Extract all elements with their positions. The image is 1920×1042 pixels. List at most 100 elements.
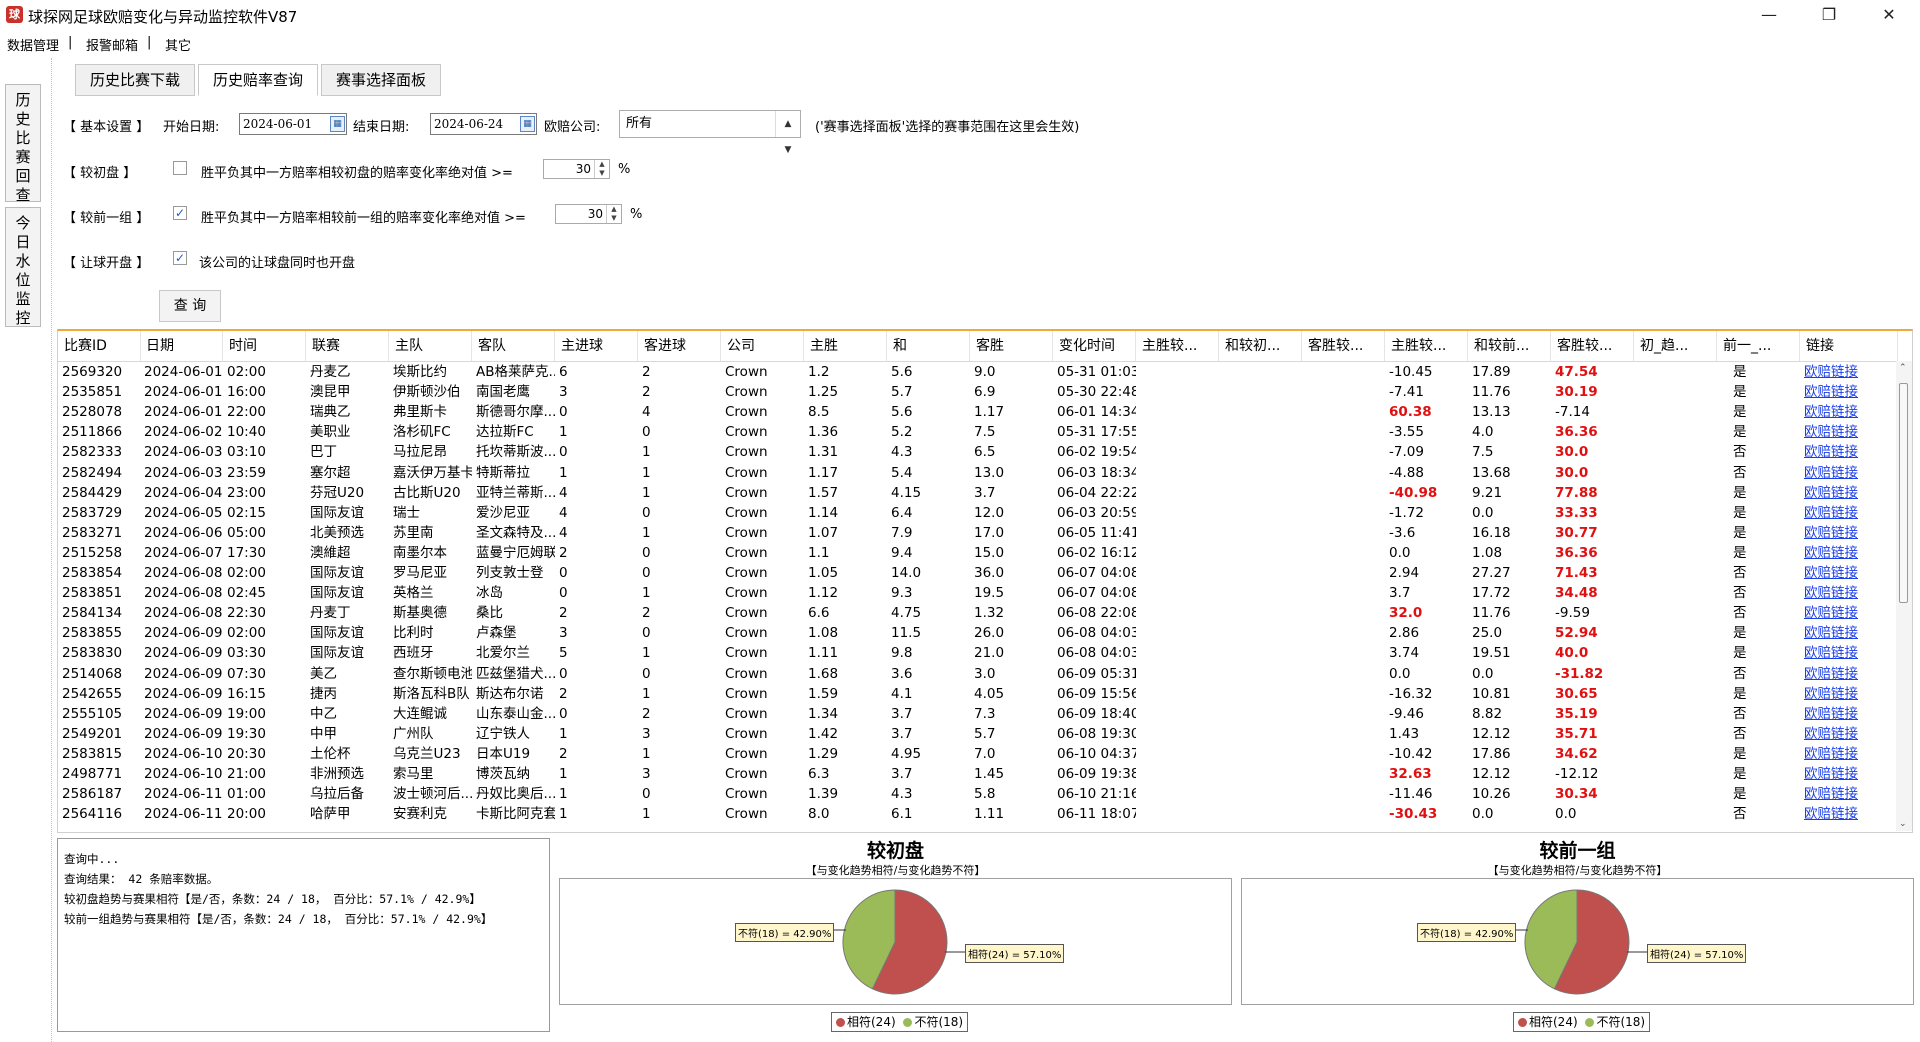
- side-tab-history-review[interactable]: 历 史 比 赛 回 查: [5, 84, 41, 204]
- cell-link[interactable]: 欧赔链接: [1802, 523, 1883, 543]
- table-row[interactable]: 2583854 2024-06-08 02:00 国际友谊 罗马尼亚 列支敦士登 0 0 Cro…: [58, 563, 1898, 583]
- column-header-away-vs-prev[interactable]: 客胜较...: [1551, 331, 1634, 361]
- cell-link[interactable]: 欧赔链接: [1802, 402, 1883, 422]
- minimize-button[interactable]: —: [1746, 0, 1792, 30]
- column-header-league[interactable]: 联赛: [306, 331, 389, 361]
- column-header-away-goals[interactable]: 客进球: [638, 331, 721, 361]
- prev-group-checkbox[interactable]: ✓: [173, 206, 187, 220]
- calendar-icon[interactable]: ▦: [520, 116, 535, 132]
- cell-link[interactable]: 欧赔链接: [1802, 744, 1883, 764]
- cell-link[interactable]: 欧赔链接: [1802, 563, 1883, 583]
- table-row[interactable]: 2511866 2024-06-02 10:40 美职业 洛杉矶FC 达拉斯FC 1 0 Cro…: [58, 422, 1898, 442]
- table-row[interactable]: 2583729 2024-06-05 02:15 国际友谊 瑞士 爱沙尼亚 4 0 Crown 1…: [58, 503, 1898, 523]
- tab-history-download[interactable]: 历史比赛下载: [75, 64, 195, 96]
- tab-match-selection-panel[interactable]: 赛事选择面板: [321, 64, 441, 96]
- cell-link[interactable]: 欧赔链接: [1802, 583, 1883, 603]
- cell-league: 澳昆甲: [310, 384, 351, 401]
- table-row[interactable]: 2535851 2024-06-01 16:00 澳昆甲 伊斯顿沙伯 南国老鹰 3 2 Crow…: [58, 382, 1898, 402]
- cell-away-vs-prev: 30.34: [1555, 786, 1598, 803]
- table-row[interactable]: 2542655 2024-06-09 16:15 捷丙 斯洛瓦科B队 斯达布尔诺 2 1 Cro…: [58, 684, 1898, 704]
- column-header-home-vs-open[interactable]: 主胜较...: [1136, 331, 1219, 361]
- column-header-match-id[interactable]: 比赛ID: [58, 331, 141, 361]
- cell-link[interactable]: 欧赔链接: [1802, 483, 1883, 503]
- table-scrollbar[interactable]: ⌃ ⌄: [1896, 361, 1912, 831]
- table-row[interactable]: 2584134 2024-06-08 22:30 丹麦丁 斯基奥德 桑比 2 2 Crown 6.…: [58, 603, 1898, 623]
- side-tab-today-monitor[interactable]: 今 日 水 位 监 控: [5, 207, 41, 327]
- column-header-away-team[interactable]: 客队: [472, 331, 555, 361]
- table-row[interactable]: 2514068 2024-06-09 07:30 美乙 查尔斯顿电池 匹兹堡猎犬... 0 0…: [58, 664, 1898, 684]
- column-header-draw-odds[interactable]: 和: [887, 331, 970, 361]
- menu-other[interactable]: 其它: [165, 35, 191, 54]
- table-row[interactable]: 2555105 2024-06-09 19:00 中乙 大连鲲诚 山东泰山金... 0 2 Cr…: [58, 704, 1898, 724]
- table-row[interactable]: 2583830 2024-06-09 03:30 国际友谊 西班牙 北爱尔兰 5 1 Crown…: [58, 643, 1898, 663]
- stepper-arrows-icon[interactable]: ▲ ▼: [594, 160, 609, 178]
- table-row[interactable]: 2586187 2024-06-11 01:00 乌拉后备 波士顿河后... 丹奴比奥后.…: [58, 784, 1898, 804]
- cell-link[interactable]: 欧赔链接: [1802, 704, 1883, 724]
- start-date-picker[interactable]: 2024-06-01 ▦: [239, 113, 347, 135]
- column-header-draw-vs-open[interactable]: 和较初...: [1219, 331, 1302, 361]
- column-header-away-odds[interactable]: 客胜: [970, 331, 1053, 361]
- table-row[interactable]: 2583271 2024-06-06 05:00 北美预选 苏里南 圣文森特及... 4 1 C…: [58, 523, 1898, 543]
- table-row[interactable]: 2549201 2024-06-09 19:30 中甲 广州队 辽宁铁人 1 3 Crown 1.…: [58, 724, 1898, 744]
- table-row[interactable]: 2564116 2024-06-11 20:00 哈萨甲 安赛利克 卡斯比阿克套 1 1 Cro…: [58, 804, 1898, 824]
- column-header-open-trend[interactable]: 初_趋...: [1634, 331, 1717, 361]
- cell-link[interactable]: 欧赔链接: [1802, 603, 1883, 623]
- scroll-up-icon[interactable]: ⌃: [1899, 363, 1907, 373]
- cell-link[interactable]: 欧赔链接: [1802, 684, 1883, 704]
- calendar-icon[interactable]: ▦: [330, 116, 345, 132]
- end-date-picker[interactable]: 2024-06-24 ▦: [430, 113, 537, 135]
- cell-link[interactable]: 欧赔链接: [1802, 382, 1883, 402]
- cell-link[interactable]: 欧赔链接: [1802, 784, 1883, 804]
- menu-bar: 数据管理 | 报警邮箱 | 其它: [0, 30, 1920, 56]
- cell-link[interactable]: 欧赔链接: [1802, 664, 1883, 684]
- close-button[interactable]: ✕: [1866, 0, 1912, 30]
- cell-link[interactable]: 欧赔链接: [1802, 442, 1883, 462]
- scroll-thumb[interactable]: [1899, 383, 1908, 603]
- column-header-time[interactable]: 时间: [223, 331, 306, 361]
- table-row[interactable]: 2583815 2024-06-10 20:30 土伦杯 乌克兰U23 日本U19 2 1 Cr…: [58, 744, 1898, 764]
- table-row[interactable]: 2582494 2024-06-03 23:59 塞尔超 嘉沃伊万基卡 特斯蒂拉 1 1 Cro…: [58, 463, 1898, 483]
- prev-group-threshold-stepper[interactable]: 30 ▲ ▼: [555, 204, 622, 224]
- cell-link[interactable]: 欧赔链接: [1802, 503, 1883, 523]
- stepper-arrows-icon[interactable]: ▲ ▼: [606, 205, 621, 223]
- cell-link[interactable]: 欧赔链接: [1802, 804, 1883, 824]
- cell-link[interactable]: 欧赔链接: [1802, 463, 1883, 483]
- maximize-button[interactable]: ❐: [1806, 0, 1852, 30]
- table-row[interactable]: 2515258 2024-06-07 17:30 澳維超 南墨尔本 蓝曼宁厄姆联 2 0 Cro…: [58, 543, 1898, 563]
- cell-link[interactable]: 欧赔链接: [1802, 623, 1883, 643]
- menu-data-management[interactable]: 数据管理: [7, 35, 59, 54]
- table-row[interactable]: 2583855 2024-06-09 02:00 国际友谊 比利时 卢森堡 3 0 Crown 1…: [58, 623, 1898, 643]
- table-row[interactable]: 2584429 2024-06-04 23:00 芬冠U20 古比斯U20 亚特兰蒂斯..…: [58, 483, 1898, 503]
- cell-link[interactable]: 欧赔链接: [1802, 724, 1883, 744]
- column-header-link[interactable]: 链接: [1800, 331, 1898, 361]
- table-row[interactable]: 2528078 2024-06-01 22:00 瑞典乙 弗里斯卡 斯德哥尔摩... 0 4 C…: [58, 402, 1898, 422]
- cell-link[interactable]: 欧赔链接: [1802, 643, 1883, 663]
- query-button[interactable]: 查 询: [159, 290, 221, 322]
- cell-link[interactable]: 欧赔链接: [1802, 362, 1883, 382]
- opening-checkbox[interactable]: [173, 161, 187, 175]
- tab-history-odds-query[interactable]: 历史赔率查询: [198, 64, 318, 96]
- menu-alert-email[interactable]: 报警邮箱: [86, 35, 138, 54]
- table-row[interactable]: 2569320 2024-06-01 02:00 丹麦乙 埃斯比约 AB格莱萨克... 6 2…: [58, 362, 1898, 382]
- table-row[interactable]: 2583851 2024-06-08 02:45 国际友谊 英格兰 冰岛 0 1 Crown 1.…: [58, 583, 1898, 603]
- column-header-home-vs-prev[interactable]: 主胜较...: [1385, 331, 1468, 361]
- column-header-draw-vs-prev[interactable]: 和较前...: [1468, 331, 1551, 361]
- column-header-away-vs-open[interactable]: 客胜较...: [1302, 331, 1385, 361]
- opening-threshold-stepper[interactable]: 30 ▲ ▼: [543, 159, 610, 179]
- opening-rule-text: 胜平负其中一方赔率相较初盘的赔率变化率绝对值 >=: [201, 166, 513, 181]
- column-header-home-odds[interactable]: 主胜: [804, 331, 887, 361]
- handicap-checkbox[interactable]: ✓: [173, 251, 187, 265]
- table-row[interactable]: 2582333 2024-06-03 03:10 巴丁 马拉尼昂 托坎蒂斯波... 0 1 Cr…: [58, 442, 1898, 462]
- column-header-date[interactable]: 日期: [140, 331, 223, 361]
- column-header-company[interactable]: 公司: [721, 331, 804, 361]
- column-header-change-time[interactable]: 变化时间: [1053, 331, 1136, 361]
- column-header-prev-trend[interactable]: 前一_...: [1717, 331, 1800, 361]
- cell-link[interactable]: 欧赔链接: [1802, 422, 1883, 442]
- company-select[interactable]: 所有 ▲ ▼: [619, 110, 801, 155]
- scroll-down-icon[interactable]: ⌄: [1899, 819, 1907, 829]
- cell-link[interactable]: 欧赔链接: [1802, 764, 1883, 784]
- table-row[interactable]: 2498771 2024-06-10 21:00 非洲预选 索马里 博茨瓦纳 1 3 Crown…: [58, 764, 1898, 784]
- column-header-home-team[interactable]: 主队: [389, 331, 472, 361]
- column-header-home-goals[interactable]: 主进球: [555, 331, 638, 361]
- cell-link[interactable]: 欧赔链接: [1802, 543, 1883, 563]
